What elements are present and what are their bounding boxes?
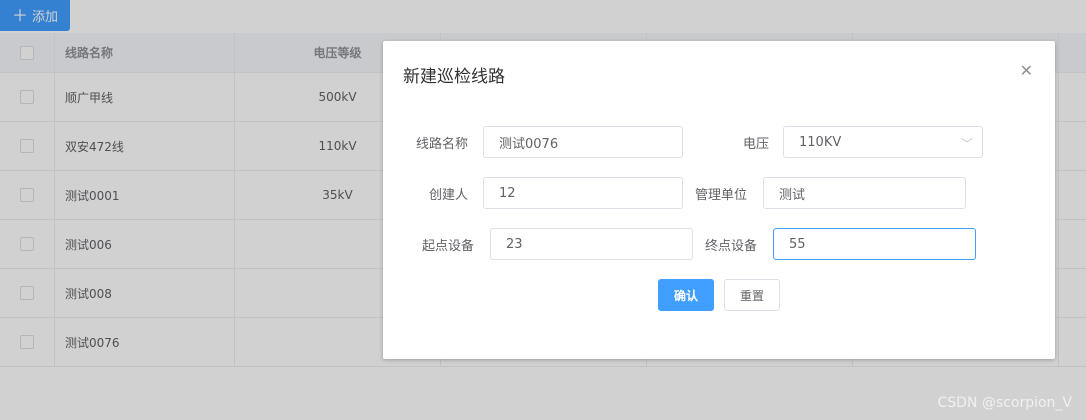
end-device-label: 终点设备 xyxy=(705,239,758,254)
unit-input[interactable] xyxy=(763,177,966,209)
confirm-button[interactable]: 确认 xyxy=(658,279,714,311)
line-name-input[interactable] xyxy=(483,126,683,158)
new-line-dialog: 新建巡检线路 ✕ 线路名称 电压 ﹀ 创建人 管理单位 起点设备 终点设备 确认… xyxy=(383,41,1055,359)
voltage-label: 电压 xyxy=(743,137,770,152)
start-device-label: 起点设备 xyxy=(422,239,475,254)
close-icon[interactable]: ✕ xyxy=(1020,61,1033,80)
line-name-label: 线路名称 xyxy=(416,137,469,152)
creator-label: 创建人 xyxy=(429,188,469,203)
start-device-input[interactable] xyxy=(490,228,693,260)
reset-button[interactable]: 重置 xyxy=(724,279,780,311)
dialog-title: 新建巡检线路 xyxy=(403,67,505,87)
chevron-down-icon: ﹀ xyxy=(960,137,973,151)
unit-label: 管理单位 xyxy=(695,188,748,203)
creator-input[interactable] xyxy=(483,177,683,209)
end-device-input[interactable] xyxy=(773,228,976,260)
voltage-select[interactable]: ﹀ xyxy=(783,126,983,158)
voltage-select-value[interactable] xyxy=(783,126,983,158)
watermark: CSDN @scorpion_V xyxy=(937,395,1072,411)
